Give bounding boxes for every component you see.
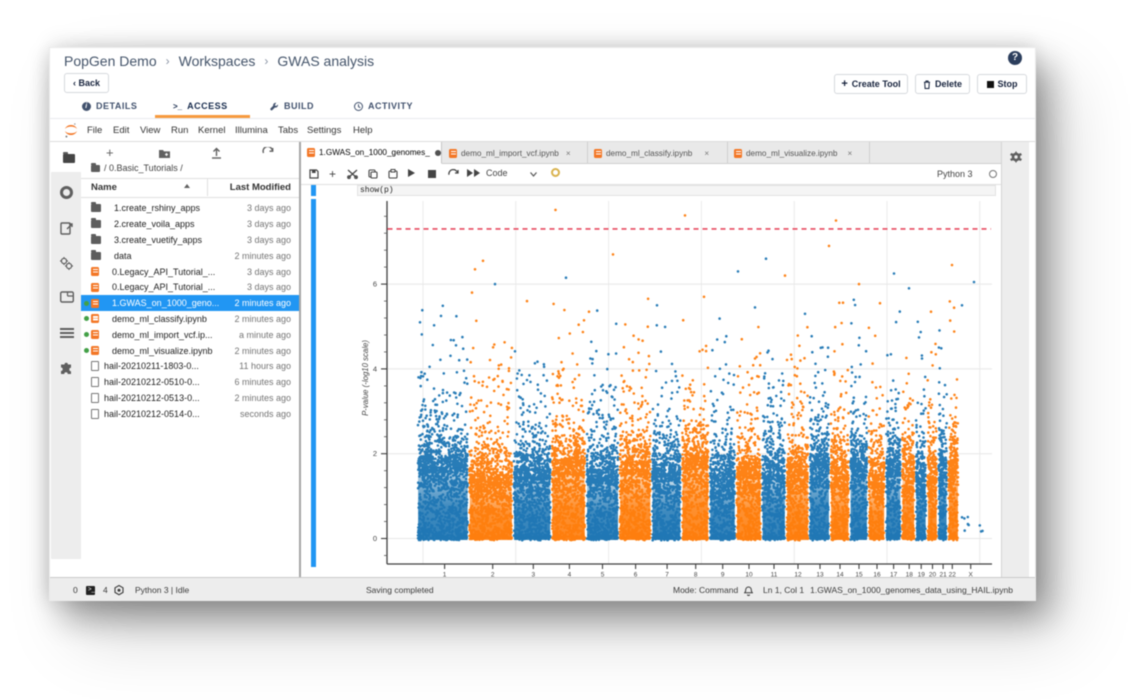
svg-text:2: 2 bbox=[373, 449, 377, 458]
svg-text:0: 0 bbox=[373, 534, 377, 543]
svg-text:4: 4 bbox=[373, 364, 377, 373]
svg-text:6: 6 bbox=[373, 280, 377, 289]
svg-text:P-value (-log10 scale): P-value (-log10 scale) bbox=[361, 340, 370, 416]
